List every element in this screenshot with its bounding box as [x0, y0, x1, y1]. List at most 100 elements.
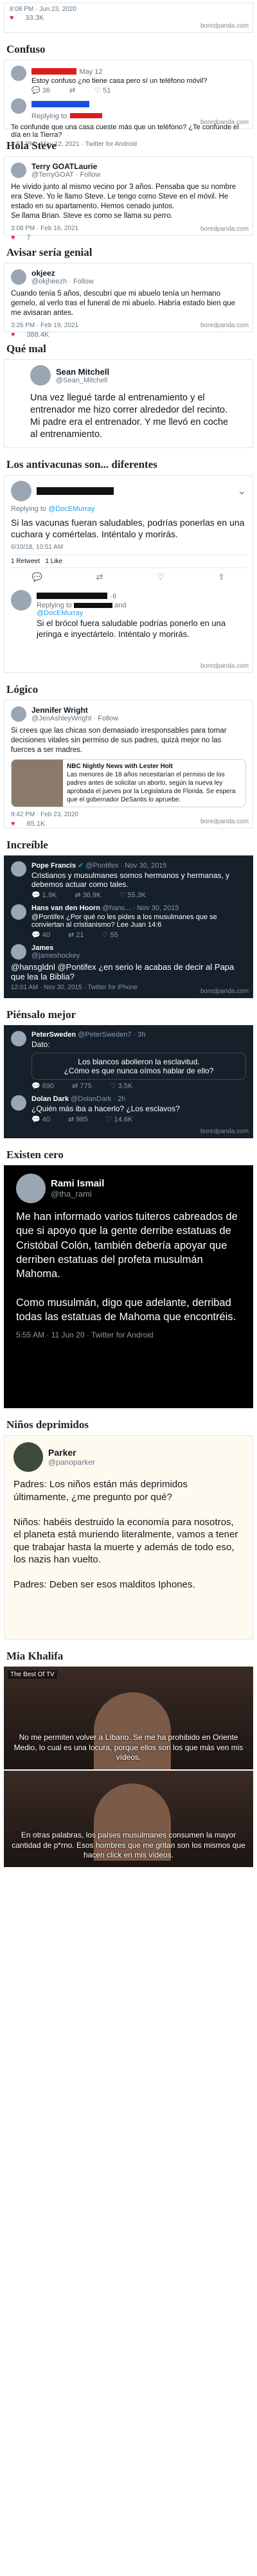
avatar[interactable]	[16, 1174, 46, 1203]
like-icon[interactable]: ♡ 55	[102, 931, 118, 939]
avatar[interactable]	[11, 590, 31, 611]
avatar[interactable]	[11, 1031, 26, 1046]
tweet-meta: 9:42 PM · Feb 23, 2020	[11, 810, 79, 818]
chevron-down-icon[interactable]: ⌄	[238, 485, 246, 497]
user-name: Hans van den Hoorn	[31, 904, 100, 912]
section-heading: Lógico	[6, 683, 39, 695]
video-frame-2[interactable]: En otras palabras, los países musulmanes…	[4, 1771, 253, 1867]
tweet-text: Cuando tenía 5 años, descubrí que mi abu…	[11, 290, 236, 317]
heart-icon[interactable]: ♥	[11, 820, 15, 828]
retweet-icon[interactable]: ⇄	[96, 572, 103, 582]
retweet-icon[interactable]: ⇄ 775	[72, 1082, 92, 1090]
watermark: boredpanda.com	[200, 1128, 249, 1135]
tweet-text: Si crees que las chicas son demasiado ir…	[11, 727, 227, 754]
section-confuso: Confuso May 12 Estoy confuso ¿no tiene c…	[0, 43, 257, 148]
heart-icon[interactable]: ♥	[11, 234, 15, 242]
reply-icon[interactable]: 💬	[32, 572, 42, 582]
reply-icon[interactable]: 💬 40	[31, 1115, 50, 1123]
quote-box: Los blancos abolieron la esclavitud. ¿Có…	[31, 1053, 246, 1080]
retweet-icon[interactable]: ⇄ 985	[68, 1115, 88, 1123]
avatar[interactable]	[13, 1442, 43, 1472]
heart-icon[interactable]: ♥	[10, 14, 14, 22]
tweet-screenshot: PeterSweden @PeterSweden7 · 3h Dato: Los…	[4, 1025, 253, 1138]
tweet-screenshot: Parker @panoparker Padres: Los niños está…	[4, 1435, 253, 1640]
retweet-icon[interactable]: ⇄ 21	[68, 931, 84, 939]
tweet-meta: 5:55 AM · 11 Jun 20 · Twitter for Androi…	[16, 1330, 154, 1340]
share-icon[interactable]: ⇪	[218, 572, 225, 582]
avatar[interactable]	[30, 365, 51, 386]
avatar[interactable]	[11, 904, 26, 920]
video-frame-1[interactable]: The Best Of TV No me permiten volver a L…	[4, 1667, 253, 1769]
reply-icon[interactable]: 💬 36	[31, 86, 50, 94]
user-handle[interactable]: @DolanDark · 2h	[71, 1095, 125, 1103]
tweet-date: ·6	[110, 593, 117, 601]
avatar[interactable]	[11, 66, 26, 81]
user-handle[interactable]: @hans... · Nov 30, 2015	[102, 904, 179, 912]
like-icon[interactable]: ♡ 51	[94, 86, 111, 94]
user-name: PeterSweden	[31, 1031, 76, 1039]
reply-icon[interactable]: 💬 1.9K	[31, 891, 57, 899]
reply-to-label: Replying to	[11, 505, 47, 513]
retweet-icon[interactable]: ⇄	[69, 86, 75, 94]
tweet-text: @Pontifex ¿Por qué no les pides a los mu…	[31, 913, 217, 929]
user-name: Pope Francis	[31, 862, 76, 870]
user-handle[interactable]: @Pontifex · Nov 30, 2015	[85, 862, 166, 870]
watermark: boredpanda.com	[200, 663, 249, 670]
mention-link[interactable]: @DocEMurray	[48, 505, 94, 513]
user-handle[interactable]: @okjheezh · Follow	[31, 278, 94, 285]
tweet-text: ¿Quién más iba a hacerlo? ¿Los esclavos?	[31, 1104, 180, 1113]
avatar[interactable]	[11, 706, 26, 722]
tweet-screenshot: okjeez @okjheezh · Follow Cuando tenía 5 …	[4, 263, 253, 339]
avatar[interactable]	[11, 98, 26, 114]
user-handle[interactable]: @JenAshleyWright · Follow	[31, 715, 118, 722]
avatar[interactable]	[11, 269, 26, 285]
like-icon[interactable]: ♡	[157, 572, 164, 582]
user-handle[interactable]: @jameshockey	[31, 952, 80, 960]
reply-icon[interactable]: 💬 40	[31, 931, 50, 939]
section-que-mal: Qué mal Sean Mitchell @Sean_Mitchell Una …	[0, 343, 257, 452]
avatar[interactable]	[11, 481, 31, 501]
like-icon[interactable]: ♡ 3.5K	[110, 1082, 133, 1090]
like-icon[interactable]: ♡ 14.6K	[106, 1115, 133, 1123]
like-count: 7	[26, 233, 31, 242]
watermark: boredpanda.com	[200, 119, 249, 126]
quoted-card[interactable]: NBC Nightly News with Lester Holt Las men…	[11, 758, 246, 807]
like-count[interactable]: 1 Like	[45, 558, 62, 565]
tweet-label: Dato:	[31, 1040, 50, 1049]
heart-icon[interactable]: ♥	[11, 331, 15, 339]
user-name: Rami Ismail	[51, 1178, 105, 1189]
retweet-icon[interactable]: ⇄ 36.9K	[75, 891, 101, 899]
video-caption: En otras palabras, los países musulmanes…	[12, 1830, 245, 1860]
tweet-text: Cristianos y musulmanes somos hermanos y…	[31, 871, 230, 889]
user-handle[interactable]: @PeterSweden7 · 3h	[78, 1031, 145, 1039]
avatar[interactable]	[11, 1095, 26, 1111]
redacted-name	[31, 67, 76, 75]
avatar[interactable]	[11, 861, 26, 877]
verified-icon: ✔	[78, 862, 84, 870]
section-mia-khalifa: Mia Khalifa The Best Of TV No me permite…	[0, 1650, 257, 1871]
retweet-count[interactable]: 1 Retweet	[11, 558, 40, 565]
like-count: 33.3K	[25, 14, 44, 22]
user-name: Sean Mitchell	[56, 366, 110, 377]
redacted-name	[37, 593, 107, 600]
watermark: boredpanda.com	[200, 818, 249, 825]
mention-link[interactable]: @DocEMurray	[37, 609, 83, 617]
top-strip: 8:08 PM · Jun 23, 2020 ♥ 33.3K boredpanda…	[0, 0, 257, 37]
avatar[interactable]	[11, 944, 26, 960]
section-increible: Increíble Pope Francis ✔ @Pontifex · Nov…	[0, 839, 257, 1002]
user-name: okjeez	[31, 269, 55, 278]
watermark: boredpanda.com	[200, 322, 249, 329]
user-handle[interactable]: @Sean_Mitchell	[56, 377, 109, 384]
channel-tag: The Best Of TV	[8, 1670, 57, 1679]
user-handle[interactable]: @panoparker	[48, 1458, 95, 1467]
card-thumbnail	[12, 759, 63, 807]
tweet-text: Una vez llegué tarde al entrenamiento y …	[30, 393, 229, 440]
reply-icon[interactable]: 💬 690	[31, 1082, 54, 1090]
video-caption: No me permiten volver a Líbano. Se me ha…	[13, 1733, 244, 1762]
user-handle[interactable]: @tha_rami	[51, 1189, 104, 1199]
like-icon[interactable]: ♡ 55.3K	[119, 891, 146, 899]
section-hola-steve: Hola Steve Terry GOATLaurie @TerryGOAT · …	[0, 139, 257, 242]
user-handle[interactable]: @TerryGOAT · Follow	[31, 171, 100, 179]
user-name: Terry GOATLaurie	[31, 162, 98, 171]
avatar[interactable]	[11, 163, 26, 178]
